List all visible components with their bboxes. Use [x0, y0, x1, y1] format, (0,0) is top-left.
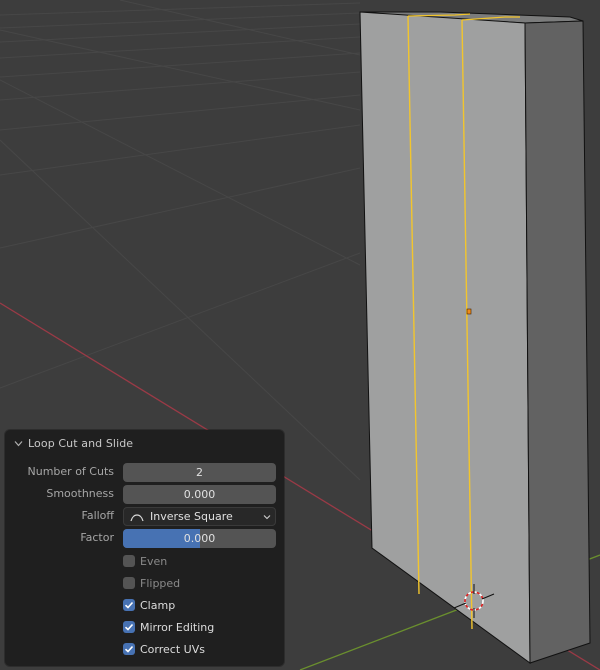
- even-checkbox-label: Even: [140, 554, 168, 568]
- number-of-cuts-label: Number of Cuts: [27, 465, 114, 478]
- correct-uvs-checkbox-box[interactable]: [123, 643, 135, 655]
- panel-header[interactable]: Loop Cut and Slide: [13, 436, 133, 450]
- falloff-label: Falloff: [81, 509, 114, 522]
- falloff-row: Falloff Inverse Square: [5, 507, 284, 526]
- checkmark-icon: [124, 623, 134, 631]
- factor-value: 0.000: [183, 532, 216, 545]
- factor-slider[interactable]: 0.000: [123, 529, 276, 548]
- checkmark-icon: [124, 601, 134, 609]
- correct-uvs-checkbox[interactable]: Correct UVs: [123, 641, 205, 657]
- checkmark-icon: [124, 645, 134, 653]
- clamp-checkbox-label: Clamp: [140, 598, 176, 612]
- mirror-editing-checkbox-box[interactable]: [123, 621, 135, 633]
- clamp-checkbox[interactable]: Clamp: [123, 597, 175, 613]
- factor-row: Factor 0.000: [5, 529, 284, 548]
- factor-label: Factor: [80, 531, 114, 544]
- falloff-value: Inverse Square: [150, 510, 233, 523]
- mirror-editing-checkbox[interactable]: Mirror Editing: [123, 619, 214, 635]
- smoothness-label: Smoothness: [46, 487, 114, 500]
- object-origin-icon: [466, 308, 472, 315]
- even-checkbox[interactable]: Even: [123, 553, 167, 569]
- number-of-cuts-row: Number of Cuts 2: [5, 463, 284, 482]
- panel-title: Loop Cut and Slide: [28, 436, 134, 450]
- flipped-checkbox[interactable]: Flipped: [123, 575, 180, 591]
- smoothness-row: Smoothness 0.000: [5, 485, 284, 504]
- correct-uvs-checkbox-label: Correct UVs: [140, 642, 205, 656]
- flipped-checkbox-box[interactable]: [123, 577, 135, 589]
- flipped-checkbox-label: Flipped: [140, 576, 181, 590]
- operator-redo-panel: Loop Cut and Slide Number of Cuts 2 Smoo…: [5, 430, 284, 666]
- number-of-cuts-value: 2: [196, 466, 203, 479]
- mesh-side-face: [524, 20, 591, 664]
- chevron-down-icon: [14, 440, 23, 446]
- falloff-dropdown[interactable]: Inverse Square: [123, 507, 276, 526]
- chevron-down-icon: [263, 515, 271, 520]
- falloff-curve-icon: [130, 513, 144, 521]
- smoothness-field[interactable]: 0.000: [123, 485, 276, 504]
- even-checkbox-box[interactable]: [123, 555, 135, 567]
- mirror-editing-checkbox-label: Mirror Editing: [140, 620, 215, 634]
- number-of-cuts-field[interactable]: 2: [123, 463, 276, 482]
- smoothness-value: 0.000: [183, 488, 216, 501]
- clamp-checkbox-box[interactable]: [123, 599, 135, 611]
